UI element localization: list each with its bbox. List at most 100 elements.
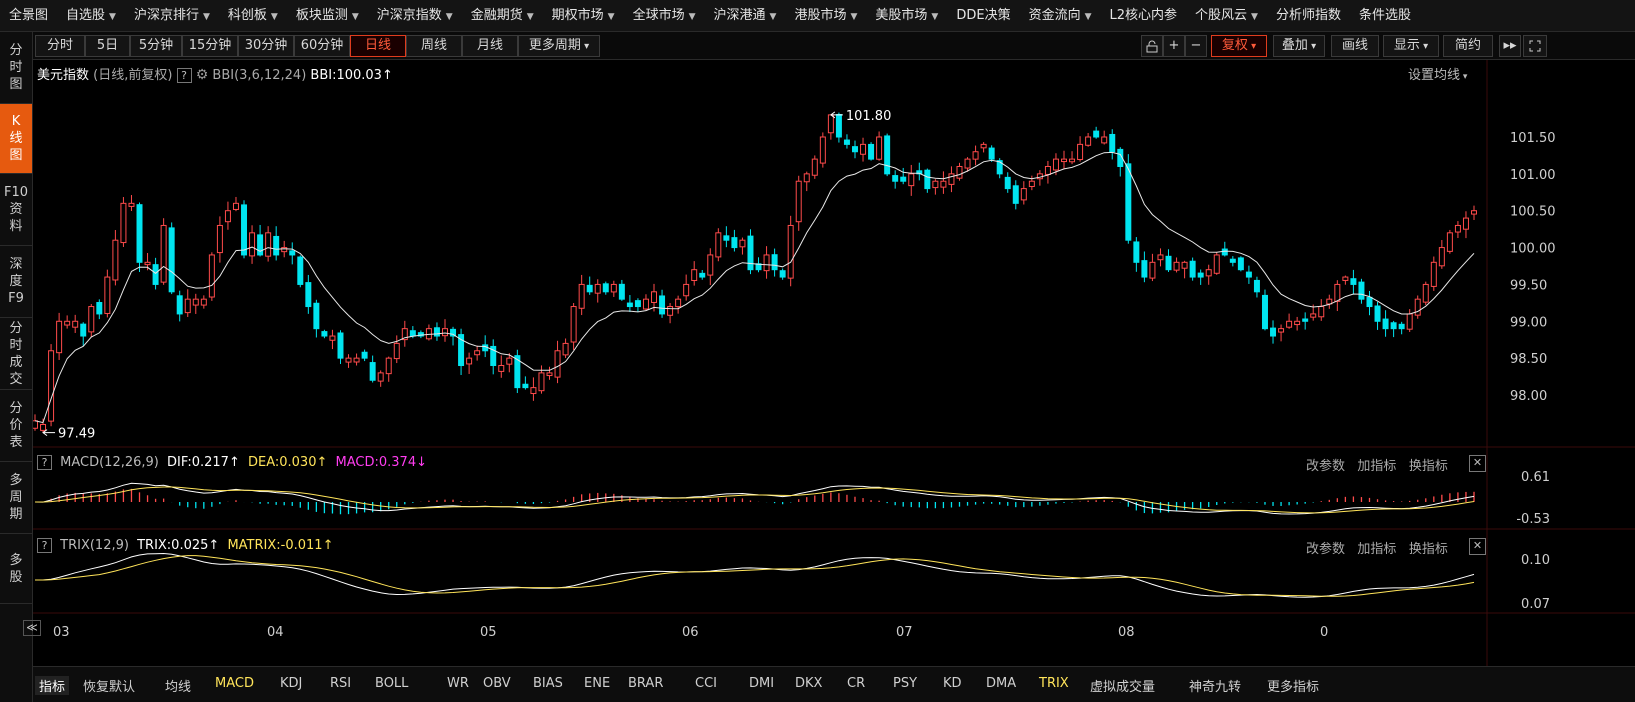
candlestick <box>771 248 778 277</box>
indicator-tab-2[interactable]: 均线 <box>165 676 191 695</box>
menu-item-12[interactable]: DDE决策 <box>947 0 1019 32</box>
chart-area[interactable]: 101.50 101.00 100.50 100.00 99.50 99.00 98.50 9… <box>33 60 1635 666</box>
indicator-tab-7[interactable]: WR <box>447 676 469 691</box>
trix-add-indicator[interactable]: 加指标 <box>1357 542 1396 557</box>
menu-item-16[interactable]: 分析师指数 <box>1267 0 1350 32</box>
candlestick <box>1302 312 1309 330</box>
macd-swap-indicator[interactable]: 换指标 <box>1409 459 1448 474</box>
menu-item-7[interactable]: 期权市场 ▼ <box>543 0 624 32</box>
menu-item-3[interactable]: 科创板 ▼ <box>219 0 287 32</box>
indicator-tab-14[interactable]: DKX <box>795 676 822 691</box>
indicator-tab-20[interactable]: 虚拟成交量 <box>1090 676 1155 695</box>
menu-item-label: 期权市场 <box>551 7 604 23</box>
menu-item-17[interactable]: 条件选股 <box>1350 0 1420 32</box>
menu-item-0[interactable]: 全景图 <box>0 0 57 32</box>
sidebar-tab-1[interactable]: K线图 <box>0 104 32 174</box>
period-button-5[interactable]: 60分钟 <box>294 35 350 57</box>
sidebar-tab-3[interactable]: 深度 F9 <box>0 246 32 318</box>
sidebar-tab-5[interactable]: 分价表 <box>0 390 32 462</box>
macd-close-icon[interactable]: ✕ <box>1469 455 1486 472</box>
indicator-tab-16[interactable]: PSY <box>893 676 917 691</box>
zoom-in-button[interactable]: + <box>1163 35 1185 57</box>
trix-change-params[interactable]: 改参数 <box>1306 542 1345 557</box>
adjust-button[interactable]: 复权 ▾ <box>1211 35 1267 57</box>
candle-body <box>168 227 175 293</box>
candlestick <box>843 134 850 149</box>
period-button-4[interactable]: 30分钟 <box>238 35 294 57</box>
sidebar-tab-4[interactable]: 分时成交 <box>0 318 32 390</box>
period-button-2[interactable]: 5分钟 <box>130 35 182 57</box>
trix-help-icon[interactable]: ? <box>37 538 52 553</box>
menu-item-9[interactable]: 沪深港通 ▼ <box>705 0 786 32</box>
sidebar-tab-2[interactable]: F10 资料 <box>0 174 32 246</box>
draw-line-button[interactable]: 画线 <box>1331 35 1379 57</box>
indicator-tab-11[interactable]: BRAR <box>628 676 663 691</box>
macd-help-icon[interactable]: ? <box>37 455 52 470</box>
indicator-tab-15[interactable]: CR <box>847 676 865 691</box>
indicator-tab-9[interactable]: BIAS <box>533 676 563 691</box>
help-icon[interactable]: ? <box>176 68 192 83</box>
indicator-tab-18[interactable]: DMA <box>986 676 1016 691</box>
set-ma-button[interactable]: 设置均线 ▾ <box>1408 64 1467 83</box>
trix-close-icon[interactable]: ✕ <box>1469 538 1486 555</box>
menu-item-13[interactable]: 资金流向 ▼ <box>1020 0 1101 32</box>
indicator-tab-10[interactable]: ENE <box>584 676 610 691</box>
menu-item-14[interactable]: L2核心内参 <box>1101 0 1187 32</box>
indicator-tab-22[interactable]: 更多指标 <box>1267 676 1319 695</box>
gear-icon[interactable]: ⚙ <box>196 67 209 83</box>
indicator-tab-21[interactable]: 神奇九转 <box>1189 676 1241 695</box>
menu-item-10[interactable]: 港股市场 ▼ <box>785 0 866 32</box>
period-button-3[interactable]: 15分钟 <box>182 35 238 57</box>
indicator-tab-5[interactable]: RSI <box>330 676 351 691</box>
trix-swap-indicator[interactable]: 换指标 <box>1409 542 1448 557</box>
period-button-9[interactable]: 更多周期 ▾ <box>518 35 600 57</box>
candle-body <box>1052 158 1059 171</box>
indicator-tab-4[interactable]: KDJ <box>280 676 302 691</box>
sidebar-tab-label: 分价表 <box>9 401 23 450</box>
lock-icon[interactable] <box>1141 35 1163 57</box>
overlay-button[interactable]: 叠加 ▾ <box>1273 35 1325 57</box>
fullscreen-icon[interactable] <box>1523 35 1547 57</box>
menu-item-8[interactable]: 全球市场 ▼ <box>624 0 705 32</box>
candlestick <box>128 195 135 211</box>
indicator-tab-17[interactable]: KD <box>943 676 962 691</box>
indicator-tab-6[interactable]: BOLL <box>375 676 408 691</box>
sidebar-tab-7[interactable]: 多股 <box>0 534 32 604</box>
menu-item-1[interactable]: 自选股 ▼ <box>57 0 125 32</box>
candle-body <box>1020 188 1027 201</box>
candle-body <box>1398 323 1405 330</box>
sidebar-tab-6[interactable]: 多周期 <box>0 462 32 534</box>
menu-item-15[interactable]: 个股风云 ▼ <box>1186 0 1267 32</box>
scroll-back-button[interactable]: ≪ <box>23 620 41 636</box>
candlestick <box>96 299 103 320</box>
menu-item-11[interactable]: 美股市场 ▼ <box>866 0 947 32</box>
menu-item-6[interactable]: 金融期货 ▼ <box>462 0 543 32</box>
simple-button[interactable]: 简约 <box>1443 35 1493 57</box>
chevron-down-icon: ▾ <box>1419 41 1429 52</box>
indicator-tab-3[interactable]: MACD <box>215 676 254 691</box>
indicator-tab-1[interactable]: 恢复默认 <box>83 676 135 695</box>
period-button-0[interactable]: 分时 <box>35 35 85 57</box>
candlestick <box>88 304 95 338</box>
candlestick <box>634 298 641 312</box>
period-button-1[interactable]: 5日 <box>85 35 130 57</box>
sidebar-tab-0[interactable]: 分时图 <box>0 32 32 104</box>
macd-add-indicator[interactable]: 加指标 <box>1357 459 1396 474</box>
zoom-out-button[interactable]: − <box>1185 35 1207 57</box>
expand-button[interactable]: ▸▸ <box>1499 35 1521 57</box>
indicator-tab-19[interactable]: TRIX <box>1039 676 1069 691</box>
period-button-7[interactable]: 周线 <box>406 35 462 57</box>
indicator-tab-13[interactable]: DMI <box>749 676 774 691</box>
indicator-tab-0[interactable]: 指标 <box>35 676 70 695</box>
candle-body <box>249 232 256 257</box>
menu-item-4[interactable]: 板块监测 ▼ <box>287 0 368 32</box>
candlestick <box>723 226 730 248</box>
menu-item-2[interactable]: 沪深京排行 ▼ <box>125 0 219 32</box>
period-button-8[interactable]: 月线 <box>462 35 518 57</box>
display-button[interactable]: 显示 ▾ <box>1383 35 1439 57</box>
indicator-tab-8[interactable]: OBV <box>483 676 511 691</box>
macd-change-params[interactable]: 改参数 <box>1306 459 1345 474</box>
menu-item-5[interactable]: 沪深京指数 ▼ <box>368 0 462 32</box>
indicator-tab-12[interactable]: CCI <box>695 676 717 691</box>
period-button-6[interactable]: 日线 <box>350 35 406 57</box>
